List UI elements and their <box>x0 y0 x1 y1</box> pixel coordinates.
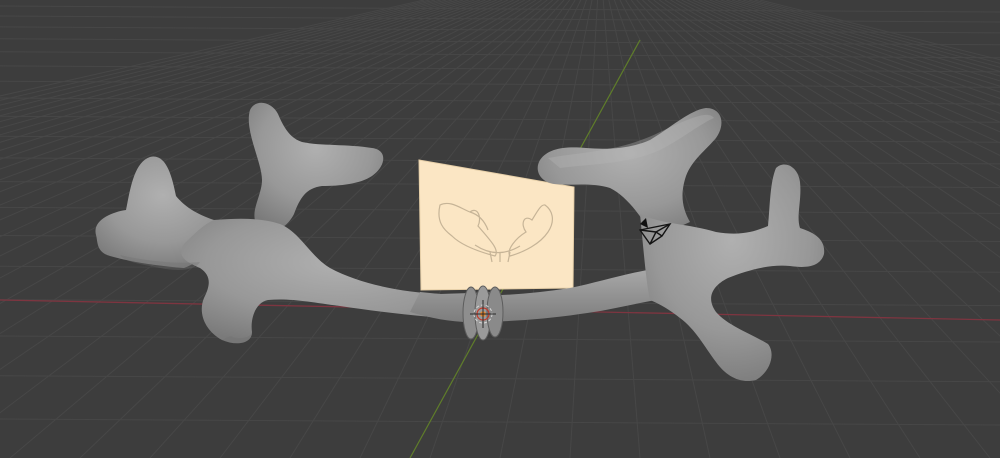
3d-viewport[interactable] <box>0 0 1000 458</box>
